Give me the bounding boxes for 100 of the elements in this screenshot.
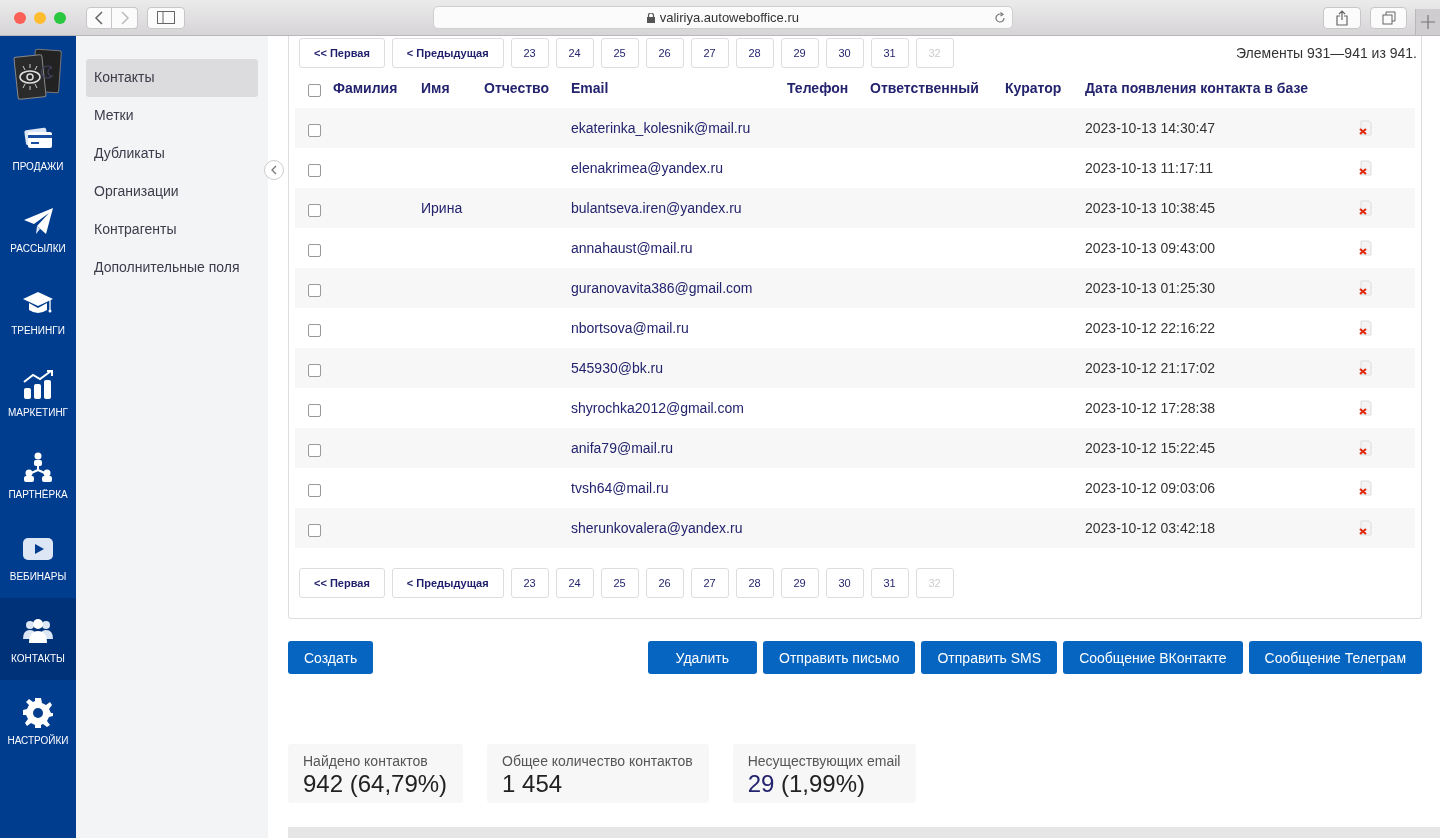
page-button[interactable]: 28 xyxy=(735,38,774,68)
table-cell: 2023-10-12 09:03:06 xyxy=(1085,480,1215,496)
checkbox[interactable] xyxy=(307,483,321,497)
create-button[interactable]: Создать xyxy=(288,641,374,674)
column-header[interactable]: Имя xyxy=(421,80,450,96)
stat-label: Общее количество контактов xyxy=(502,753,693,769)
page-button[interactable]: 30 xyxy=(825,38,864,68)
delete-icon[interactable] xyxy=(1358,480,1372,496)
column-header[interactable]: Фамилия xyxy=(333,80,398,96)
page-button[interactable]: 29 xyxy=(780,38,819,68)
delete-icon[interactable] xyxy=(1358,520,1372,536)
email-text: shyrochka2012@gmail.com xyxy=(571,400,744,416)
delete-icon[interactable] xyxy=(1358,240,1372,256)
delete-icon[interactable] xyxy=(1358,280,1372,296)
page-button[interactable]: 24 xyxy=(555,38,594,68)
email-text: guranovavita386@gmail.com xyxy=(571,280,753,296)
page-button[interactable]: 27 xyxy=(690,38,729,68)
page-button[interactable]: < Предыдущая xyxy=(391,38,504,68)
reload-icon[interactable] xyxy=(994,12,1007,24)
nav-rail-item[interactable]: МАРКЕТИНГ xyxy=(0,352,76,434)
checkbox[interactable] xyxy=(307,243,321,257)
email-text: annahaust@mail.ru xyxy=(571,240,693,256)
nav-rail-item[interactable]: ПРОДАЖИ xyxy=(0,106,76,188)
column-header[interactable]: Email xyxy=(571,80,609,96)
back-button[interactable] xyxy=(86,6,112,29)
checkbox[interactable] xyxy=(307,523,321,537)
stat-link[interactable]: 29 xyxy=(747,770,775,797)
sidebar-item[interactable]: Контрагенты xyxy=(86,211,258,249)
checkbox[interactable] xyxy=(307,363,321,377)
page-button[interactable]: 25 xyxy=(600,568,639,598)
page-button[interactable]: 31 xyxy=(870,568,909,598)
page-button[interactable]: 26 xyxy=(645,38,684,68)
delete-icon[interactable] xyxy=(1358,440,1372,456)
page-button[interactable]: < Предыдущая xyxy=(391,568,504,598)
address-bar[interactable]: valiriya.autoweboffice.ru xyxy=(432,6,1014,29)
email-text: sherunkovalera@yandex.ru xyxy=(571,520,743,536)
checkbox[interactable] xyxy=(307,443,321,457)
new-tab-button[interactable] xyxy=(1415,9,1440,35)
forward-button[interactable] xyxy=(112,6,138,29)
delete-icon[interactable] xyxy=(1358,120,1372,136)
nav-rail-item[interactable]: РАССЫЛКИ xyxy=(0,188,76,270)
zoom-button[interactable] xyxy=(54,11,66,24)
email-text: elenakrimea@yandex.ru xyxy=(571,160,723,176)
page-button[interactable]: 30 xyxy=(825,568,864,598)
nav-rail-item[interactable]: НАСТРОЙКИ xyxy=(0,680,76,762)
stat-label: Найдено контактов xyxy=(303,753,429,769)
delete-icon[interactable] xyxy=(1358,200,1372,216)
share-button[interactable] xyxy=(1323,6,1361,29)
checkbox[interactable] xyxy=(307,123,321,137)
checkbox[interactable] xyxy=(307,163,321,177)
action-button[interactable]: Отправить письмо xyxy=(763,641,916,674)
delete-icon[interactable] xyxy=(1358,400,1372,416)
gear-icon xyxy=(22,696,54,729)
column-header[interactable]: Куратор xyxy=(1005,80,1062,96)
tabs-button[interactable] xyxy=(1369,6,1408,29)
checkbox[interactable] xyxy=(307,83,321,97)
page-button[interactable]: 26 xyxy=(645,568,684,598)
page-button[interactable]: 28 xyxy=(735,568,774,598)
checkbox[interactable] xyxy=(307,403,321,417)
sidebar-toggle-button[interactable] xyxy=(147,6,185,29)
page-button[interactable]: << Первая xyxy=(299,568,385,598)
action-button[interactable]: Сообщение ВКонтакте xyxy=(1063,641,1243,674)
checkbox[interactable] xyxy=(307,283,321,297)
action-button[interactable]: Удалить xyxy=(647,641,758,674)
stat-value: 942 (64,79%) xyxy=(303,770,448,797)
table-cell: 2023-10-13 01:25:30 xyxy=(1085,280,1215,296)
delete-icon[interactable] xyxy=(1358,160,1372,176)
stat-value: (1,99%) xyxy=(781,770,866,797)
sidebar-item[interactable]: Контакты xyxy=(86,59,258,97)
table-cell: 2023-10-13 09:43:00 xyxy=(1085,240,1215,256)
column-header[interactable]: Дата появления контакта в базе xyxy=(1085,80,1308,96)
page-button[interactable]: << Первая xyxy=(299,38,385,68)
close-button[interactable] xyxy=(14,11,26,24)
nav-rail-item[interactable]: ПАРТНЁРКА xyxy=(0,434,76,516)
page-button[interactable]: 24 xyxy=(555,568,594,598)
checkbox[interactable] xyxy=(307,323,321,337)
collapse-button[interactable] xyxy=(264,160,284,180)
page-button[interactable]: 25 xyxy=(600,38,639,68)
delete-icon[interactable] xyxy=(1358,360,1372,376)
table-cell: 2023-10-13 14:30:47 xyxy=(1085,120,1215,136)
page-button[interactable]: 23 xyxy=(510,568,549,598)
delete-icon[interactable] xyxy=(1358,320,1372,336)
action-button[interactable]: Отправить SMS xyxy=(921,641,1058,674)
page-button[interactable]: 27 xyxy=(690,568,729,598)
page-button[interactable]: 23 xyxy=(510,38,549,68)
nav-rail-item[interactable]: КОНТАКТЫ xyxy=(0,598,76,680)
sidebar-item[interactable]: Метки xyxy=(86,97,258,135)
column-header[interactable]: Ответственный xyxy=(870,80,979,96)
sidebar-item[interactable]: Организации xyxy=(86,173,258,211)
column-header[interactable]: Телефон xyxy=(787,80,849,96)
sidebar-item[interactable]: Дубликаты xyxy=(86,135,258,173)
action-button[interactable]: Сообщение Телеграм xyxy=(1248,641,1422,674)
nav-rail-item[interactable]: ВЕБИНАРЫ xyxy=(0,516,76,598)
table-cell: 2023-10-12 03:42:18 xyxy=(1085,520,1215,536)
checkbox[interactable] xyxy=(307,203,321,217)
page-button[interactable]: 29 xyxy=(780,568,819,598)
nav-rail-item[interactable]: ТРЕНИНГИ xyxy=(0,270,76,352)
sidebar-item[interactable]: Дополнительные поля xyxy=(86,249,258,287)
page-button[interactable]: 31 xyxy=(870,38,909,68)
column-header[interactable]: Отчество xyxy=(484,80,550,96)
